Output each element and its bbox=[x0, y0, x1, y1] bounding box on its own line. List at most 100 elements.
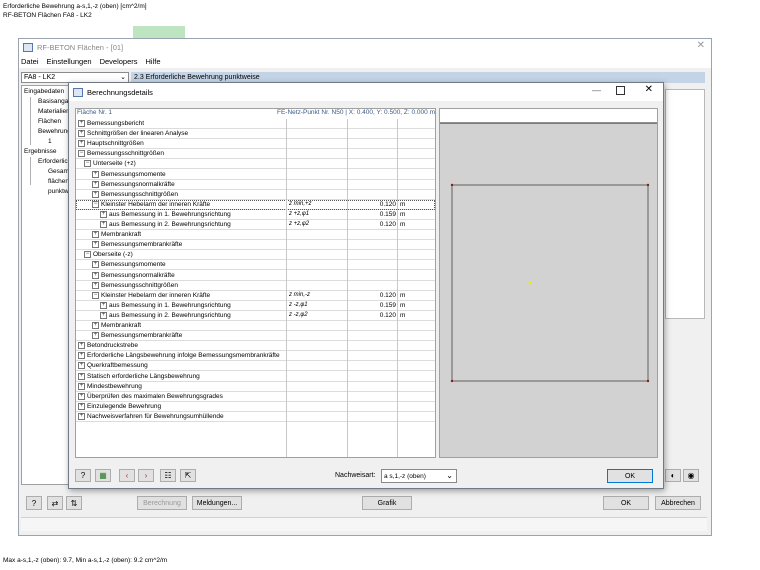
view-icon[interactable]: ◐ bbox=[665, 469, 681, 482]
collapse-icon[interactable]: − bbox=[78, 150, 85, 158]
tree-row[interactable]: − Kleinster Hebelarm der inneren Kräfte z … bbox=[76, 199, 435, 210]
tree-row[interactable]: + Bemessungsnormalkräfte bbox=[76, 180, 435, 190]
expand-icon[interactable]: + bbox=[78, 402, 85, 410]
expand-icon[interactable]: + bbox=[78, 342, 85, 350]
tree-row[interactable]: + aus Bemessung in 2. Bewehrungsrichtung z… bbox=[76, 220, 435, 230]
excel-icon[interactable]: ▦ bbox=[95, 469, 111, 482]
menu-developers[interactable]: Developers bbox=[100, 57, 138, 66]
tree-row[interactable]: + Bemessungsnormalkräfte bbox=[76, 271, 435, 281]
collapse-icon[interactable]: − bbox=[92, 200, 99, 208]
tree-row[interactable]: + aus Bemessung in 2. Bewehrungsrichtung z… bbox=[76, 311, 435, 321]
tree-row[interactable]: + Bemessungsbericht bbox=[76, 119, 435, 129]
nav-item[interactable]: 1 bbox=[48, 138, 52, 145]
tree-row[interactable]: + Erforderliche Längsbewehrung infolge Be… bbox=[76, 351, 435, 362]
expand-icon[interactable]: + bbox=[92, 322, 99, 329]
menu-hilfe[interactable]: Hilfe bbox=[146, 57, 161, 66]
tree-row[interactable]: + Bemessungsschnittgrößen bbox=[76, 281, 435, 291]
app-icon bbox=[23, 42, 33, 52]
expand-icon[interactable]: + bbox=[78, 352, 85, 360]
expand-icon[interactable]: + bbox=[78, 130, 85, 138]
expand-icon[interactable]: + bbox=[92, 271, 99, 279]
tree-row[interactable]: + aus Bemessung in 1. Bewehrungsrichtung z… bbox=[76, 301, 435, 311]
expand-icon[interactable]: + bbox=[92, 281, 99, 289]
tree-row-label: aus Bemessung in 1. Bewehrungsrichtung bbox=[109, 301, 231, 309]
menu-datei[interactable]: Datei bbox=[21, 57, 39, 66]
close-icon[interactable]: ✕ bbox=[697, 40, 705, 51]
tree-row[interactable]: + aus Bemessung in 1. Bewehrungsrichtung z… bbox=[76, 210, 435, 220]
cancel-button[interactable]: Abbrechen bbox=[655, 496, 701, 510]
tree-row[interactable]: − Unterseite (+z) bbox=[76, 159, 435, 170]
expand-icon[interactable]: + bbox=[92, 231, 99, 239]
tree-row[interactable]: + Bemessungsmomente bbox=[76, 170, 435, 180]
dialog-ok-button[interactable]: OK bbox=[607, 469, 653, 483]
expand-icon[interactable]: + bbox=[92, 190, 99, 198]
messages-button[interactable]: Meldungen... bbox=[192, 496, 242, 510]
tree-row[interactable]: − Bemessungsschnittgrößen bbox=[76, 149, 435, 160]
expand-icon[interactable]: + bbox=[92, 332, 99, 340]
nav-item[interactable]: Erforderlic bbox=[38, 158, 68, 165]
tree-row[interactable]: + Mindestbewehrung bbox=[76, 382, 435, 392]
expand-icon[interactable]: + bbox=[100, 301, 107, 309]
expand-icon[interactable]: + bbox=[78, 362, 85, 370]
expand-icon[interactable]: + bbox=[100, 311, 107, 319]
next-icon[interactable]: › bbox=[138, 469, 154, 482]
collapse-icon[interactable]: − bbox=[92, 291, 99, 299]
nav-item[interactable]: flächen bbox=[48, 178, 69, 185]
tree-row[interactable]: + Betondruckstrebe bbox=[76, 341, 435, 352]
nav-item[interactable]: Flächen bbox=[38, 118, 61, 125]
import-icon[interactable]: ⇅ bbox=[66, 496, 82, 510]
table-icon[interactable]: ☷ bbox=[160, 469, 176, 482]
nav-item[interactable]: punktw bbox=[48, 188, 69, 195]
dialog-close-icon[interactable]: ✕ bbox=[645, 84, 653, 95]
tree-row[interactable]: + Bemessungsmomente bbox=[76, 260, 435, 271]
export-icon[interactable]: ⇄ bbox=[47, 496, 63, 510]
nav-item[interactable]: Ergebnisse bbox=[24, 148, 57, 155]
expand-icon[interactable]: + bbox=[92, 180, 99, 188]
collapse-icon[interactable]: − bbox=[84, 160, 91, 168]
dialog-help-icon[interactable]: ? bbox=[75, 469, 91, 482]
tree-row[interactable]: − Kleinster Hebelarm der inneren Kräfte z … bbox=[76, 291, 435, 301]
tree-row[interactable]: + Nachweisverfahren für Bewehrungsumhülle… bbox=[76, 412, 435, 422]
maximize-icon[interactable] bbox=[616, 86, 625, 95]
select-point-icon[interactable]: ⇱ bbox=[180, 469, 196, 482]
nav-item[interactable]: Eingabedaten bbox=[24, 88, 64, 95]
help-icon[interactable]: ? bbox=[26, 496, 42, 510]
tree-row[interactable]: + Bemessungsmembrankräfte bbox=[76, 240, 435, 251]
tree-row[interactable]: + Hauptschnittgrößen bbox=[76, 139, 435, 150]
tree-row[interactable]: + Überprüfen des maximalen Bewehrungsgrad… bbox=[76, 392, 435, 402]
tree-row[interactable]: − Oberseite (-z) bbox=[76, 250, 435, 261]
graphic-button[interactable]: Grafik bbox=[362, 496, 412, 510]
eye-icon[interactable]: ◉ bbox=[683, 469, 699, 482]
tree-row[interactable]: + Statisch erforderliche Längsbewehrung bbox=[76, 372, 435, 382]
nav-item[interactable]: Bewehrung bbox=[38, 128, 71, 135]
expand-icon[interactable]: + bbox=[78, 120, 85, 127]
calculation-button[interactable]: Berechnung bbox=[137, 496, 187, 510]
tree-row[interactable]: + Querkraftbemessung bbox=[76, 361, 435, 372]
expand-icon[interactable]: + bbox=[100, 221, 107, 228]
ok-button[interactable]: OK bbox=[603, 496, 649, 510]
expand-icon[interactable]: + bbox=[78, 372, 85, 380]
expand-icon[interactable]: + bbox=[78, 382, 85, 390]
expand-icon[interactable]: + bbox=[78, 140, 85, 148]
tree-row[interactable]: + Schnittgrößen der linearen Analyse bbox=[76, 129, 435, 140]
nav-item[interactable]: Basisangab bbox=[38, 98, 72, 105]
expand-icon[interactable]: + bbox=[92, 241, 99, 249]
nachweisart-select[interactable]: a s,1,-z (oben) ⌄ bbox=[381, 469, 457, 483]
expand-icon[interactable]: + bbox=[92, 261, 99, 269]
nav-item[interactable]: Gesam bbox=[48, 168, 69, 175]
tree-row-value: 0.120 bbox=[379, 200, 396, 208]
expand-icon[interactable]: + bbox=[92, 170, 99, 178]
tree-row[interactable]: + Membrankraft bbox=[76, 230, 435, 241]
tree-row[interactable]: + Membrankraft bbox=[76, 321, 435, 331]
menu-einstellungen[interactable]: Einstellungen bbox=[47, 57, 92, 66]
expand-icon[interactable]: + bbox=[78, 392, 85, 400]
nav-item[interactable]: Materialien bbox=[38, 108, 70, 115]
minimize-icon[interactable]: — bbox=[592, 85, 601, 95]
expand-icon[interactable]: + bbox=[78, 412, 85, 420]
tree-row[interactable]: + Bemessungsschnittgrößen bbox=[76, 190, 435, 200]
expand-icon[interactable]: + bbox=[100, 210, 107, 218]
tree-row[interactable]: + Bemessungsmembrankräfte bbox=[76, 331, 435, 342]
tree-row[interactable]: + Einzulegende Bewehrung bbox=[76, 402, 435, 412]
collapse-icon[interactable]: − bbox=[84, 251, 91, 259]
previous-icon[interactable]: ‹ bbox=[119, 469, 135, 482]
